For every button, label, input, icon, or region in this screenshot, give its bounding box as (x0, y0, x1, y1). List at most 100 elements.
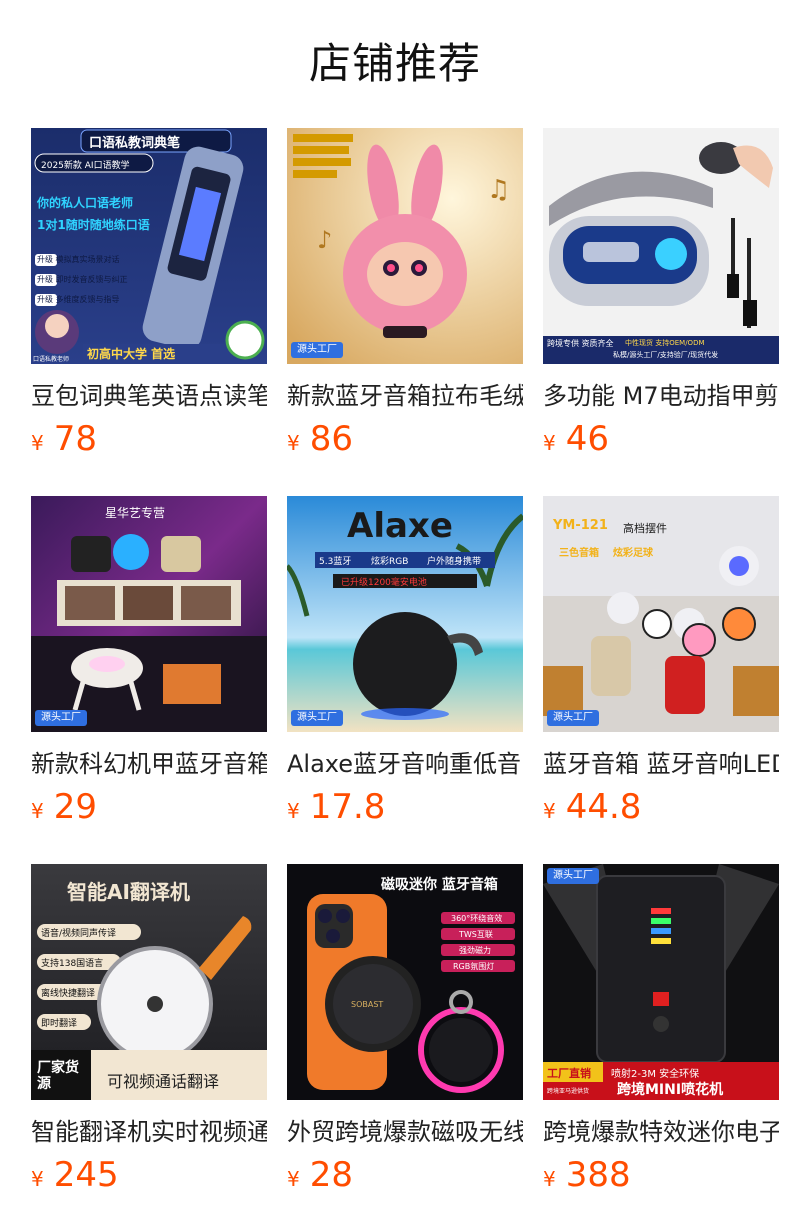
image-caption: 强劲磁力 (459, 946, 491, 955)
image-caption: 中性现货 支持OEM/ODM (625, 339, 705, 347)
currency-symbol: ¥ (543, 1167, 556, 1191)
product-price: ¥46 (543, 414, 609, 464)
price-value: 17.8 (309, 787, 386, 827)
product-name[interactable]: 蓝牙音箱 蓝牙音响LED (543, 746, 779, 782)
image-caption: 支持138国语言 (41, 959, 104, 969)
product-image[interactable]: ♫ ♪ 源头工厂 (287, 128, 523, 364)
image-caption: 语音/视频同声传译 (41, 929, 117, 939)
factory-badge: 源头工厂 (35, 710, 87, 726)
image-caption: TWS互联 (459, 930, 493, 939)
image-caption: 离线快捷翻译 (41, 989, 96, 999)
factory-badge: 源头工厂 (291, 710, 343, 726)
magnetic-speaker-image (287, 864, 523, 1100)
image-caption: 磁吸迷你 蓝牙音箱 (381, 877, 498, 893)
product-card[interactable]: YM-121 高档摆件 三色音箱 炫彩足球 源头工厂 蓝牙音箱 蓝牙音响LED … (543, 496, 779, 836)
svg-text:♪: ♪ (317, 226, 332, 254)
image-caption: 三色音箱 (559, 548, 599, 559)
product-price: ¥86 (287, 414, 353, 464)
image-caption: 升级 即时发音反馈与纠正 (37, 275, 128, 284)
product-price: ¥17.8 (287, 782, 385, 832)
brand-logo: Alaxe (347, 506, 453, 546)
currency-symbol: ¥ (543, 799, 556, 823)
product-card[interactable]: 工厂直销 喷射2-3M 安全环保 跨境MINI喷花机 跨境亚马逊供货 源头工厂 … (543, 864, 779, 1204)
factory-badge: 源头工厂 (547, 868, 599, 884)
product-price: ¥44.8 (543, 782, 641, 832)
product-image[interactable]: 跨境专供 资质齐全 中性现货 支持OEM/ODM 私模/源头工厂/支持验厂/现货… (543, 128, 779, 364)
product-name[interactable]: 跨境爆款特效迷你电子 (543, 1114, 779, 1150)
product-price: ¥245 (31, 1150, 119, 1200)
image-caption: 2025新款 AI口语教学 (41, 161, 130, 171)
image-caption: 升级 多维度反馈与指导 (37, 295, 120, 304)
image-caption: 跨境MINI喷花机 (617, 1082, 724, 1098)
product-name[interactable]: 多功能 M7电动指甲剪 (543, 378, 779, 414)
image-caption: 升级 模拟真实场景对话 (37, 255, 120, 264)
brand-logo: SOBAST (351, 1000, 384, 1009)
product-name[interactable]: 新款科幻机甲蓝牙音箱 (31, 746, 267, 782)
product-name[interactable]: 智能翻译机实时视频通话 (31, 1114, 267, 1150)
product-name[interactable]: 新款蓝牙音箱拉布毛绒 (287, 378, 523, 414)
factory-badge: 源头工厂 (547, 710, 599, 726)
product-price: ¥29 (31, 782, 97, 832)
page-title: 店铺推荐 (308, 39, 481, 88)
product-card[interactable]: ♫ ♪ 源头工厂 新款蓝牙音箱拉布毛绒 ¥86 (287, 128, 523, 468)
price-value: 86 (309, 419, 353, 459)
image-caption: 即时翻译 (41, 1019, 78, 1029)
factory-badge: 源头工厂 (291, 342, 343, 358)
image-caption: 360°环绕音效 (451, 914, 503, 923)
image-caption: 1对1随时随地练口语 (37, 218, 150, 232)
product-image[interactable]: 磁吸迷你 蓝牙音箱 360°环绕音效 TWS互联 强劲磁力 RGB氛围灯 SOB… (287, 864, 523, 1100)
currency-symbol: ¥ (287, 431, 300, 455)
product-image[interactable]: Alaxe 5.3蓝牙 炫彩RGB 户外随身携带 已升级1200毫安电池 源头工… (287, 496, 523, 732)
price-value: 29 (53, 787, 97, 827)
price-value: 78 (53, 419, 97, 459)
image-caption: 炫彩足球 (613, 548, 653, 559)
image-caption: 口语私教词典笔 (89, 136, 181, 151)
product-image[interactable]: 智能AI翻译机 语音/视频同声传译 支持138国语言 离线快捷翻译 即时翻译 厂… (31, 864, 267, 1100)
product-card[interactable]: 智能AI翻译机 语音/视频同声传译 支持138国语言 离线快捷翻译 即时翻译 厂… (31, 864, 267, 1204)
image-caption: 星华艺专营 (105, 506, 166, 520)
mecha-speaker-image (31, 496, 267, 732)
product-name[interactable]: Alaxe蓝牙音响重低音 (287, 746, 523, 782)
currency-symbol: ¥ (31, 431, 44, 455)
product-image[interactable]: 口语私教词典笔 2025新款 AI口语教学 你的私人口语老师 1对1随时随地练口… (31, 128, 267, 364)
product-card[interactable]: Alaxe 5.3蓝牙 炫彩RGB 户外随身携带 已升级1200毫安电池 源头工… (287, 496, 523, 836)
product-name[interactable]: 豆包词典笔英语点读笔 (31, 378, 267, 414)
product-image[interactable]: 星华艺专营 源头工厂 (31, 496, 267, 732)
product-price: ¥28 (287, 1150, 353, 1200)
svg-text:♫: ♫ (487, 175, 510, 205)
price-value: 28 (309, 1155, 353, 1195)
image-caption: 初高中大学 首选 (87, 347, 176, 361)
product-card[interactable]: 跨境专供 资质齐全 中性现货 支持OEM/ODM 私模/源头工厂/支持验厂/现货… (543, 128, 779, 468)
product-card[interactable]: 磁吸迷你 蓝牙音箱 360°环绕音效 TWS互联 强劲磁力 RGB氛围灯 SOB… (287, 864, 523, 1204)
image-caption: 厂家货源 (37, 1060, 79, 1092)
product-name[interactable]: 外贸跨境爆款磁吸无线 (287, 1114, 523, 1150)
product-card[interactable]: 口语私教词典笔 2025新款 AI口语教学 你的私人口语老师 1对1随时随地练口… (31, 128, 267, 468)
plush-speaker-image: ♫ ♪ (287, 128, 523, 364)
image-caption: 高档摆件 (623, 522, 667, 535)
price-value: 44.8 (565, 787, 642, 827)
image-caption: RGB氛围灯 (453, 962, 495, 971)
product-image[interactable]: YM-121 高档摆件 三色音箱 炫彩足球 源头工厂 (543, 496, 779, 732)
product-card[interactable]: 星华艺专营 源头工厂 新款科幻机甲蓝牙音箱 ¥29 (31, 496, 267, 836)
image-caption: 跨境亚马逊供货 (547, 1088, 590, 1095)
currency-symbol: ¥ (287, 1167, 300, 1191)
image-caption: 跨境专供 资质齐全 (547, 339, 614, 348)
product-price: ¥78 (31, 414, 97, 464)
image-caption: 私模/源头工厂/支持验厂/现货代发 (613, 351, 719, 359)
nail-trimmer-image (543, 128, 779, 364)
image-caption: 可视频通话翻译 (107, 1072, 220, 1091)
image-caption: 你的私人口语老师 (37, 196, 134, 210)
image-caption: 口语私教老师 (33, 356, 70, 363)
product-price: ¥388 (543, 1150, 631, 1200)
image-caption: 5.3蓝牙 (319, 557, 352, 567)
image-caption: 户外随身携带 (427, 557, 482, 567)
currency-symbol: ¥ (287, 799, 300, 823)
image-caption: 炫彩RGB (371, 557, 409, 567)
image-caption: 工厂直销 (547, 1067, 591, 1080)
product-image[interactable]: 工厂直销 喷射2-3M 安全环保 跨境MINI喷花机 跨境亚马逊供货 源头工厂 (543, 864, 779, 1100)
currency-symbol: ¥ (31, 799, 44, 823)
price-value: 388 (565, 1155, 631, 1195)
image-caption: 喷射2-3M 安全环保 (611, 1069, 700, 1080)
currency-symbol: ¥ (543, 431, 556, 455)
image-caption: YM-121 (553, 518, 608, 533)
